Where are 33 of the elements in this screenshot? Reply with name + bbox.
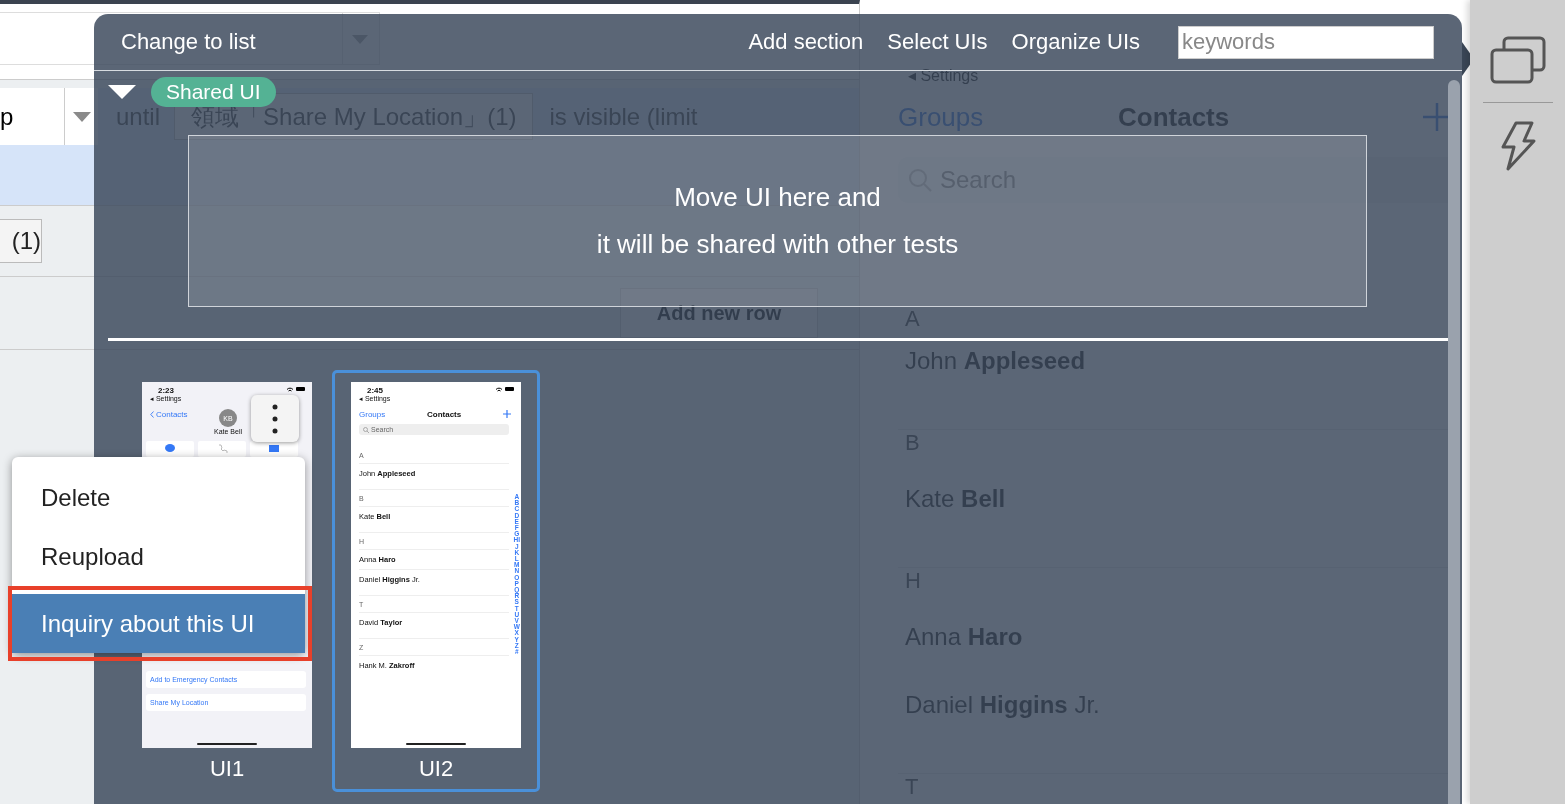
- chevron-left-icon: [150, 410, 154, 418]
- keywords-field[interactable]: keywords: [1178, 25, 1434, 59]
- view-toggle-button[interactable]: Change to list: [121, 29, 256, 55]
- toolbar-button[interactable]: Organize UIs: [1011, 29, 1140, 55]
- search-icon: [363, 426, 369, 433]
- scrollbar[interactable]: [1448, 80, 1460, 804]
- plus-icon: [503, 410, 511, 418]
- more-button[interactable]: [251, 395, 299, 442]
- count-button[interactable]: (1): [0, 219, 42, 263]
- home-indicator: [197, 743, 257, 745]
- status-time: 2:45: [366, 386, 384, 395]
- home-indicator: [406, 743, 466, 745]
- toolbar-button[interactable]: Add section: [748, 29, 864, 55]
- groups-link: Groups: [359, 409, 386, 419]
- step-field[interactable]: p: [0, 88, 65, 145]
- menu-item[interactable]: Delete: [12, 468, 305, 527]
- ui-label: UI1: [209, 756, 245, 782]
- status-time: 2:23: [157, 386, 175, 395]
- menu-item[interactable]: Reupload: [12, 527, 305, 586]
- drop-hint: it will be shared with other tests: [596, 229, 959, 260]
- toolbar-button[interactable]: Select UIs: [887, 29, 988, 55]
- bolt-icon[interactable]: [1499, 121, 1536, 171]
- status-icons: [284, 386, 306, 392]
- menu-item[interactable]: Inquiry about this UI: [12, 594, 305, 653]
- status-icons: [493, 386, 515, 392]
- expand-triangle-icon[interactable]: [108, 85, 136, 99]
- ui-label: UI2: [418, 756, 454, 782]
- back-link: Contacts: [156, 409, 188, 419]
- caret-icon: [72, 111, 91, 122]
- windows-icon[interactable]: [1489, 36, 1546, 84]
- nav-title: Contacts: [427, 409, 462, 419]
- drop-hint: Move UI here and: [674, 182, 881, 213]
- more-icon: [272, 403, 278, 434]
